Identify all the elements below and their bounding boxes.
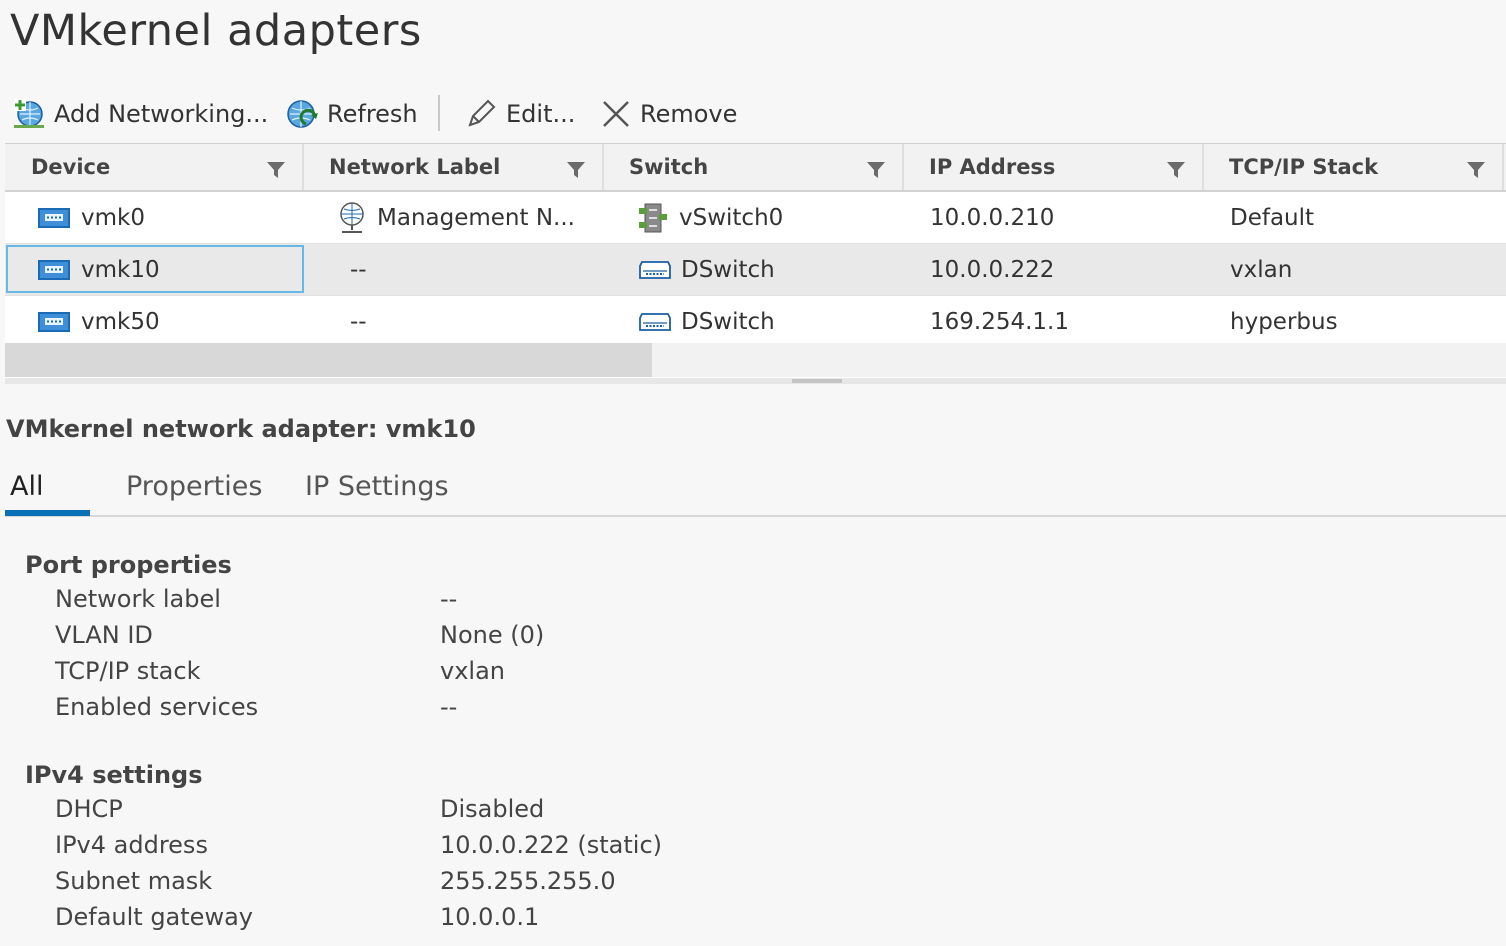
network-label-cell: Management N... (337, 192, 575, 243)
switch-name: DSwitch (681, 256, 775, 283)
column-header-switch[interactable]: Switch (629, 144, 708, 190)
device-name: vmk10 (81, 256, 160, 283)
refresh-label: Refresh (327, 100, 418, 128)
filter-icon[interactable] (267, 162, 285, 178)
property-value: vxlan (440, 657, 505, 685)
switch-cell: DSwitch (639, 244, 775, 295)
property-label: Network label (55, 585, 221, 613)
refresh-icon (287, 100, 318, 128)
pane-splitter[interactable] (5, 378, 1506, 384)
property-label: Default gateway (55, 903, 253, 931)
property-value: -- (440, 585, 458, 613)
property-value: 10.0.0.1 (440, 903, 540, 931)
details-title: VMkernel network adapter: vmk10 (6, 415, 476, 443)
distributed-switch-icon (639, 260, 671, 279)
column-header-network-label[interactable]: Network Label (329, 144, 500, 190)
switch-name: vSwitch0 (679, 204, 784, 231)
table-row-selected[interactable]: vmk10 -- DSwitch 10.0.0.222 vxlan (5, 244, 1506, 296)
page-title: VMkernel adapters (10, 6, 422, 56)
column-divider[interactable] (902, 144, 904, 190)
remove-label: Remove (640, 100, 738, 128)
table-row[interactable]: vmk50 -- DSwitch 169.254.1.1 hyperbus (5, 296, 1506, 347)
column-divider[interactable] (1202, 144, 1204, 190)
switch-name: DSwitch (681, 308, 775, 335)
property-value: Disabled (440, 795, 545, 823)
distributed-switch-icon (639, 312, 671, 331)
property-label: TCP/IP stack (55, 657, 201, 685)
property-value: 255.255.255.0 (440, 867, 616, 895)
tab-bar-divider (5, 515, 1506, 517)
section-heading-port-properties: Port properties (25, 551, 232, 579)
toolbar-divider (438, 95, 440, 131)
ip-address-cell: 10.0.0.222 (930, 256, 1055, 283)
close-icon (603, 101, 629, 127)
property-label: IPv4 address (55, 831, 208, 859)
add-networking-label: Add Networking... (54, 100, 269, 128)
switch-cell: DSwitch (639, 296, 775, 347)
property-label: VLAN ID (55, 621, 153, 649)
property-label: DHCP (55, 795, 123, 823)
ip-address-cell: 10.0.0.210 (930, 204, 1055, 231)
tab-properties[interactable]: Properties (126, 456, 262, 516)
column-divider[interactable] (302, 144, 304, 190)
switch-cell: vSwitch0 (637, 192, 783, 243)
tab-all[interactable]: All (10, 456, 43, 516)
column-header-device[interactable]: Device (31, 144, 110, 190)
add-networking-icon (14, 99, 44, 128)
edit-button[interactable]: Edit... (464, 94, 575, 134)
remove-button[interactable]: Remove (600, 94, 737, 134)
property-label: Subnet mask (55, 867, 213, 895)
edit-label: Edit... (506, 100, 576, 128)
property-value: -- (440, 693, 458, 721)
refresh-button[interactable]: Refresh (285, 94, 418, 134)
column-divider[interactable] (602, 144, 604, 190)
filter-icon[interactable] (1167, 162, 1185, 178)
property-label: Enabled services (55, 693, 259, 721)
pencil-icon (468, 99, 496, 127)
network-label-cell: -- (350, 256, 367, 283)
device-cell: vmk10 (37, 244, 160, 295)
column-header-tcpip-stack[interactable]: TCP/IP Stack (1229, 144, 1378, 190)
add-networking-button[interactable]: Add Networking... (12, 94, 268, 134)
port-group-icon (340, 201, 364, 233)
filter-icon[interactable] (567, 162, 585, 178)
tcpip-stack-cell: hyperbus (1230, 308, 1338, 335)
property-value: None (0) (440, 621, 545, 649)
filter-icon[interactable] (867, 162, 885, 178)
device-cell: vmk0 (37, 192, 145, 243)
table-row[interactable]: vmk0 Management N... vSwitch0 10.0.0.210… (5, 192, 1506, 244)
section-heading-ipv4-settings: IPv4 settings (25, 761, 203, 789)
tcpip-stack-cell: vxlan (1230, 256, 1293, 283)
column-header-ip-address[interactable]: IP Address (929, 144, 1055, 190)
ip-address-cell: 169.254.1.1 (930, 308, 1069, 335)
vmkernel-adapter-icon (38, 207, 70, 228)
filter-icon[interactable] (1467, 162, 1485, 178)
tcpip-stack-cell: Default (1230, 204, 1315, 231)
device-name: vmk0 (81, 204, 145, 231)
network-label-cell: -- (350, 308, 367, 335)
property-value: 10.0.0.222 (static) (440, 831, 663, 859)
tab-ip-settings[interactable]: IP Settings (305, 456, 449, 516)
vmkernel-adapter-icon (38, 311, 70, 332)
horizontal-scrollbar-thumb[interactable] (5, 343, 652, 377)
standard-switch-icon (639, 203, 667, 232)
device-cell: vmk50 (37, 296, 160, 347)
column-divider[interactable] (1502, 144, 1504, 190)
network-label-text: Management N... (377, 204, 575, 231)
vmkernel-adapters-grid: Device Network Label Switch IP Address T… (5, 143, 1506, 384)
splitter-grip-handle[interactable] (792, 379, 842, 383)
active-tab-indicator (5, 510, 90, 516)
device-name: vmk50 (81, 308, 160, 335)
vmkernel-adapter-icon (38, 259, 70, 280)
